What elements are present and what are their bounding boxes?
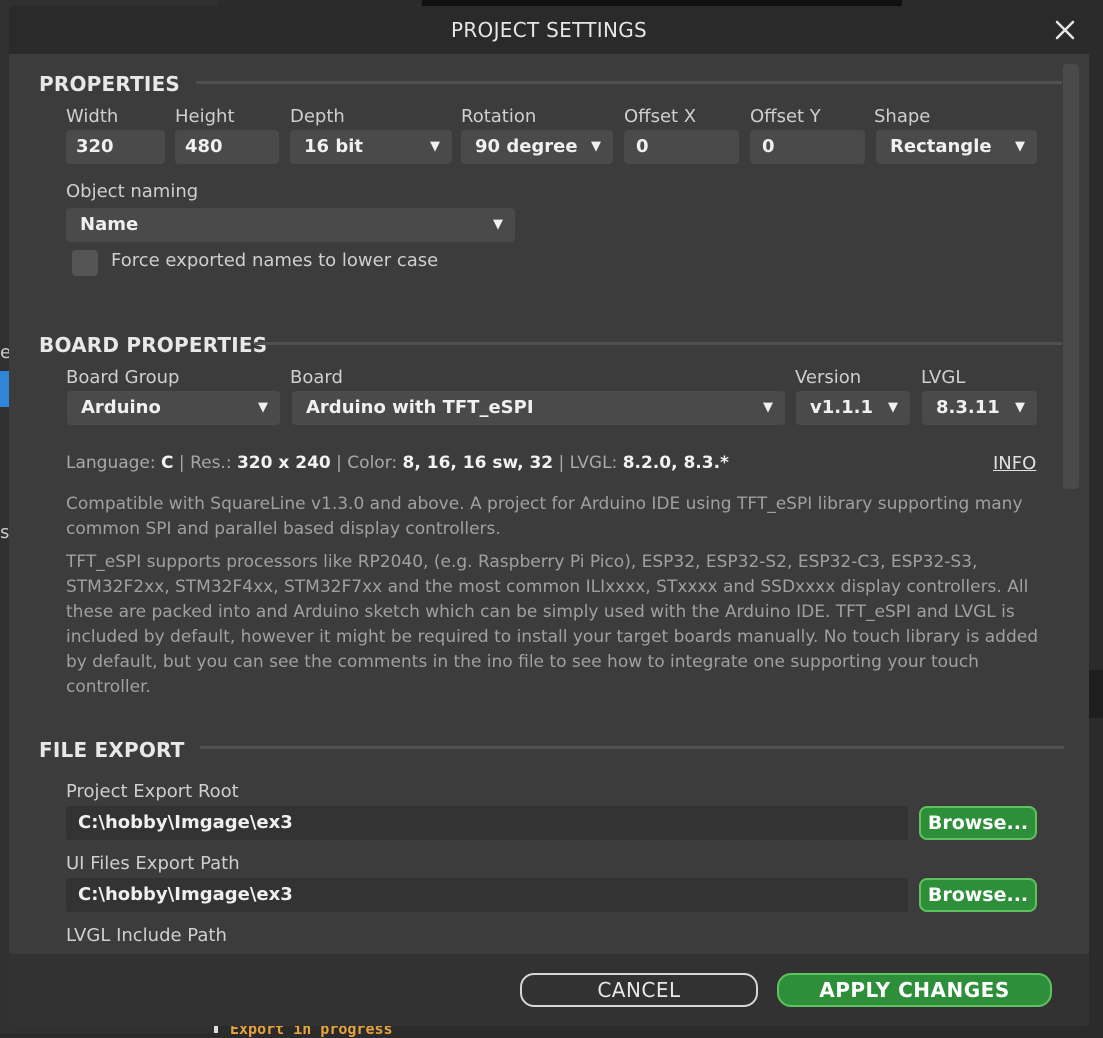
board-description-1: Compatible with SquareLine v1.3.0 and ab… — [66, 494, 1023, 539]
dialog-titlebar: PROJECT SETTINGS — [9, 6, 1089, 54]
rotation-dropdown[interactable]: 90 degree ▼ — [461, 130, 613, 164]
separator: | — [336, 453, 342, 473]
color-label: Color: — [347, 453, 398, 473]
language-label: Language: — [66, 453, 156, 473]
width-label: Width — [66, 106, 119, 127]
chevron-down-icon: ▼ — [1015, 139, 1025, 154]
board-info-summary: Language: C | Res.: 320 x 240 | Color: 8… — [66, 453, 729, 473]
depth-value: 16 bit — [304, 136, 363, 157]
project-export-root-label: Project Export Root — [66, 781, 239, 802]
lvgl-include-path-label: LVGL Include Path — [66, 925, 227, 946]
background-text-fragment: s — [0, 522, 10, 543]
shape-label: Shape — [874, 106, 931, 127]
lvgl-value: 8.3.11 — [936, 397, 1000, 418]
cancel-button[interactable]: CANCEL — [520, 973, 758, 1007]
chevron-down-icon: ▼ — [430, 139, 440, 154]
version-label: Version — [795, 367, 862, 388]
chevron-down-icon: ▼ — [591, 139, 601, 154]
rotation-label: Rotation — [461, 106, 537, 127]
depth-dropdown[interactable]: 16 bit ▼ — [290, 130, 452, 164]
version-dropdown[interactable]: v1.1.1 ▼ — [796, 391, 910, 425]
shape-value: Rectangle — [890, 136, 992, 157]
height-input[interactable]: 480 — [175, 130, 279, 164]
section-title-board-properties: BOARD PROPERTIES — [39, 333, 268, 357]
board-group-label: Board Group — [66, 367, 180, 388]
lvgl-versions-value: 8.2.0, 8.3.* — [622, 453, 729, 473]
lvgl-versions-label: LVGL: — [569, 453, 618, 473]
lvgl-dropdown[interactable]: 8.3.11 ▼ — [922, 391, 1037, 425]
info-link[interactable]: INFO — [993, 453, 1036, 474]
separator: | — [558, 453, 565, 473]
language-value: C — [161, 453, 174, 473]
resolution-label: Res.: — [190, 453, 232, 473]
object-naming-dropdown[interactable]: Name ▼ — [66, 208, 515, 242]
depth-label: Depth — [290, 106, 345, 127]
board-value: Arduino with TFT_eSPI — [306, 397, 534, 418]
offset-y-label: Offset Y — [750, 106, 821, 127]
background-selection-indicator — [0, 371, 9, 407]
board-dropdown[interactable]: Arduino with TFT_eSPI ▼ — [292, 391, 785, 425]
ui-files-export-path-label: UI Files Export Path — [66, 853, 240, 874]
section-divider — [200, 746, 1064, 749]
color-value: 8, 16, 16 sw, 32 — [402, 453, 554, 473]
chevron-down-icon: ▼ — [888, 400, 898, 415]
shape-dropdown[interactable]: Rectangle ▼ — [876, 130, 1037, 164]
section-title-properties: PROPERTIES — [39, 72, 181, 96]
lowercase-checkbox-label[interactable]: Force exported names to lower case — [111, 250, 438, 271]
scrollbar-thumb[interactable] — [1063, 64, 1079, 489]
project-settings-dialog: PROJECT SETTINGS PROPERTIES Width 320 He… — [9, 6, 1089, 1026]
project-export-root-browse-button[interactable]: Browse... — [919, 806, 1037, 840]
object-naming-label: Object naming — [66, 181, 199, 202]
resolution-value: 320 x 240 — [236, 453, 331, 473]
height-label: Height — [175, 106, 235, 127]
background-panel-right — [1089, 670, 1103, 718]
offset-x-input[interactable]: 0 — [624, 130, 739, 164]
board-group-value: Arduino — [81, 397, 161, 418]
board-label: Board — [290, 367, 343, 388]
close-icon[interactable] — [1051, 16, 1079, 44]
board-group-dropdown[interactable]: Arduino ▼ — [67, 391, 280, 425]
project-export-root-input[interactable]: C:\hobby\Imgage\ex3 — [66, 806, 908, 840]
apply-changes-button[interactable]: APPLY CHANGES — [777, 973, 1052, 1007]
dialog-title: PROJECT SETTINGS — [450, 18, 648, 42]
chevron-down-icon: ▼ — [763, 400, 773, 415]
section-divider — [196, 81, 1062, 84]
ui-files-export-path-browse-button[interactable]: Browse... — [919, 878, 1037, 912]
ui-files-export-path-input[interactable]: C:\hobby\Imgage\ex3 — [66, 878, 908, 912]
board-description-2: TFT_eSPI supports processors like RP2040… — [66, 552, 1038, 697]
lvgl-label: LVGL — [921, 367, 966, 388]
version-value: v1.1.1 — [810, 397, 873, 418]
chevron-down-icon: ▼ — [1015, 400, 1025, 415]
width-input[interactable]: 320 — [66, 130, 165, 164]
offset-x-label: Offset X — [624, 106, 697, 127]
rotation-value: 90 degree — [475, 136, 578, 157]
object-naming-value: Name — [80, 214, 139, 235]
lowercase-checkbox[interactable] — [72, 250, 98, 276]
separator: | — [178, 453, 185, 473]
offset-y-input[interactable]: 0 — [750, 130, 865, 164]
section-title-file-export: FILE EXPORT — [39, 738, 185, 762]
chevron-down-icon: ▼ — [493, 217, 503, 232]
chevron-down-icon: ▼ — [258, 400, 268, 415]
section-divider — [255, 342, 1062, 345]
